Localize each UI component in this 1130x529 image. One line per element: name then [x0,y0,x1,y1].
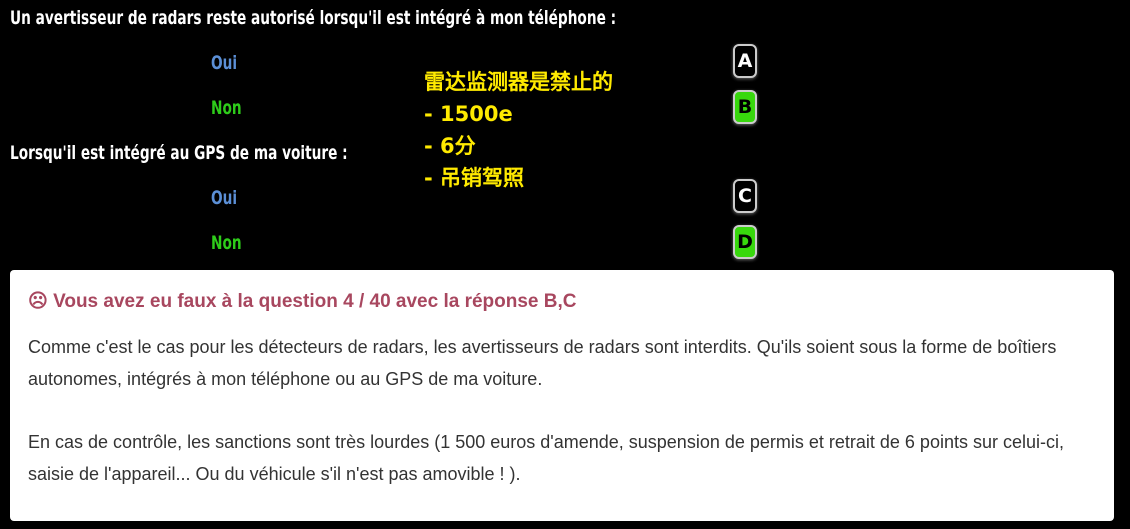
annotation-line: - 6分 [424,134,476,158]
option-b-label[interactable]: Non [211,97,242,119]
feedback-paragraph: Comme c'est le cas pour les détecteurs d… [28,337,1057,389]
question-area: Un avertisseur de radars reste autorisé … [0,0,1130,270]
question-text-1: Un avertisseur de radars reste autorisé … [10,7,617,29]
feedback-title: ☹ Vous avez eu faux à la question 4 / 40… [28,291,577,312]
annotation-line: 雷达监测器是禁止的 [424,70,613,94]
annotation-line: - 1500e [424,102,513,126]
option-a-label[interactable]: Oui [211,52,237,74]
question-text-2: Lorsqu'il est intégré au GPS de ma voitu… [10,142,348,164]
option-b-button[interactable]: B [733,90,757,124]
option-c-button[interactable]: C [733,179,757,213]
annotation-note: 雷达监测器是禁止的 - 1500e - 6分 - 吊销驾照 [424,66,613,194]
option-c-label[interactable]: Oui [211,187,237,209]
option-d-button[interactable]: D [733,225,757,259]
option-d-label[interactable]: Non [211,232,242,254]
feedback-panel: ☹ Vous avez eu faux à la question 4 / 40… [10,270,1114,521]
feedback-paragraph: En cas de contrôle, les sanctions sont t… [28,432,1064,484]
annotation-line: - 吊销驾照 [424,166,525,190]
option-a-button[interactable]: A [733,44,757,78]
